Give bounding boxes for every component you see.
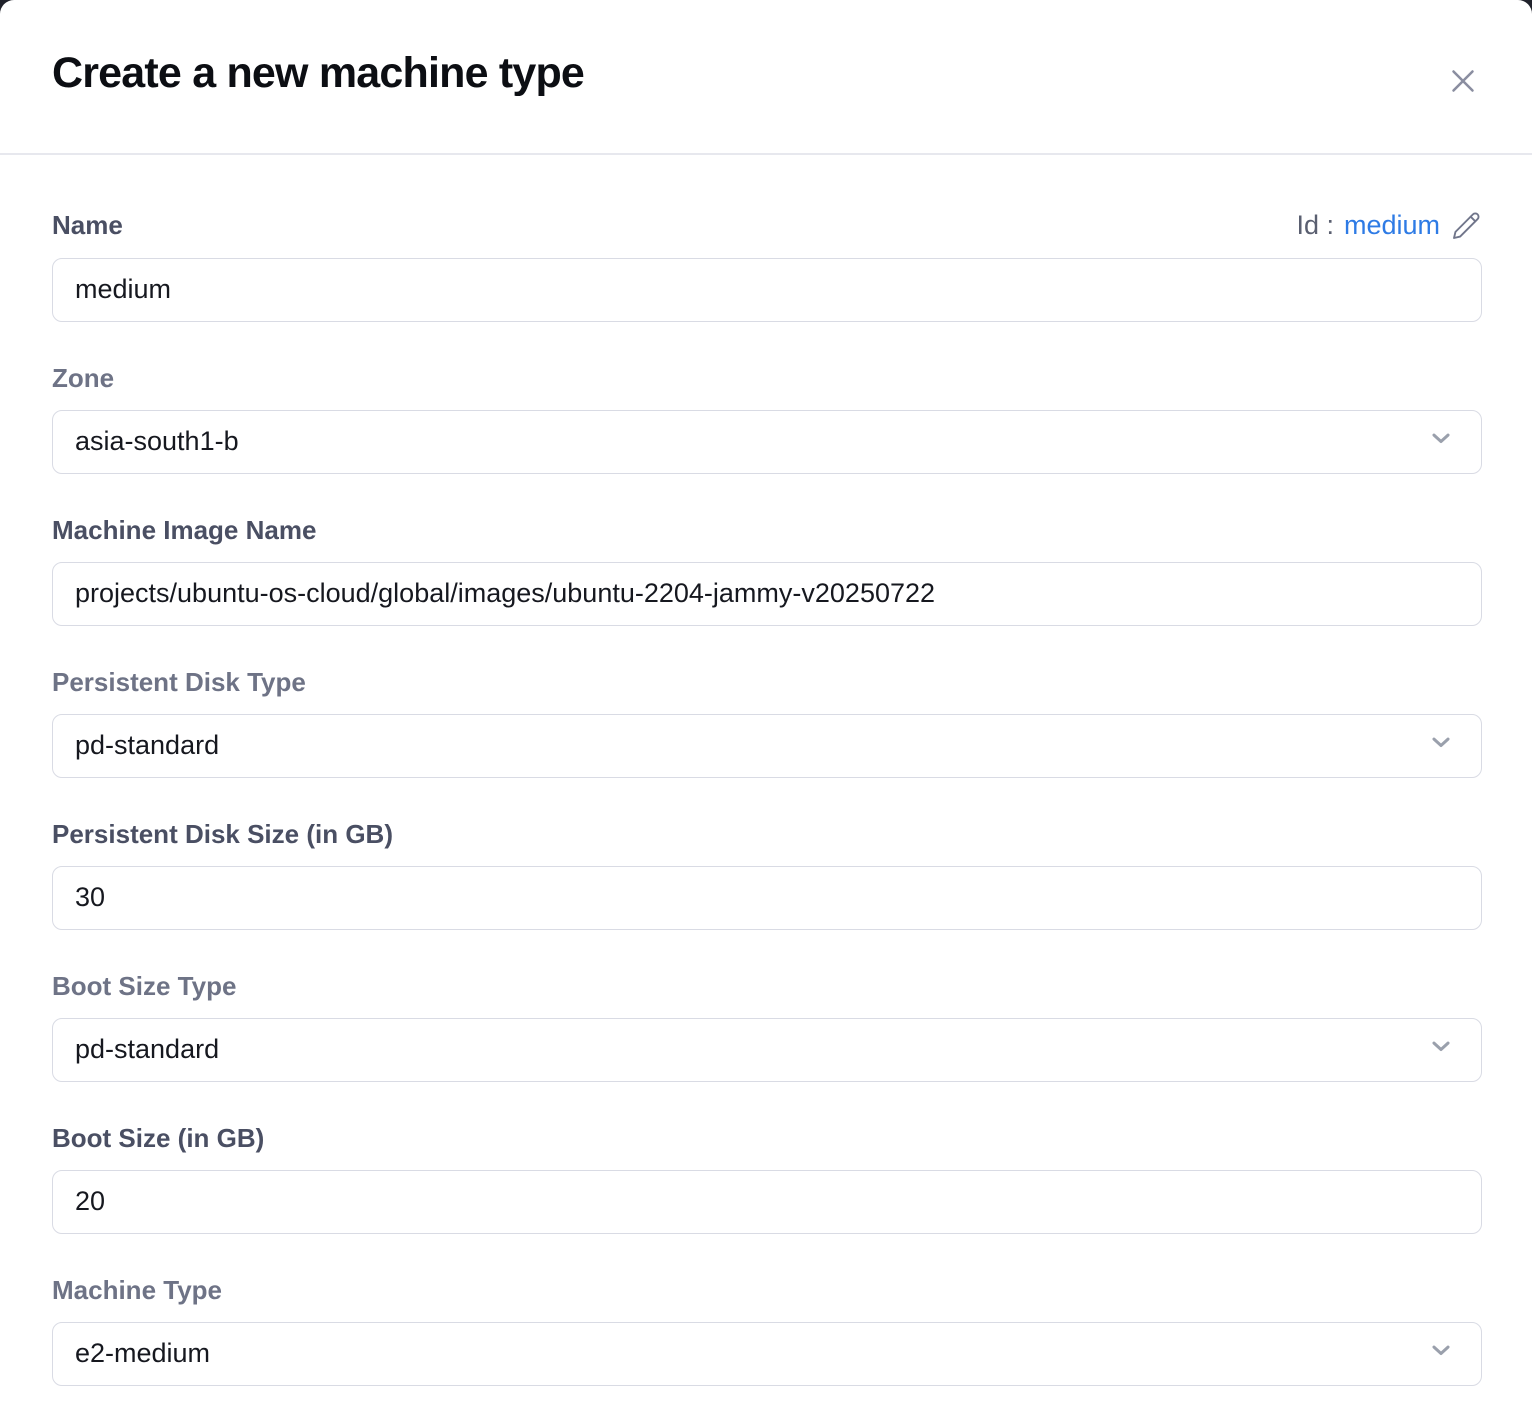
zone-select[interactable]: asia-south1-b [52, 410, 1482, 474]
close-button[interactable] [1438, 56, 1488, 106]
field-boot-size: Boot Size (in GB) [52, 1122, 1482, 1234]
boot-size-type-select[interactable]: pd-standard [52, 1018, 1482, 1082]
boot-size-type-selected-value: pd-standard [75, 1034, 219, 1065]
boot-size-input[interactable] [52, 1170, 1482, 1234]
field-zone: Zone asia-south1-b [52, 362, 1482, 474]
dialog-title: Create a new machine type [52, 48, 584, 100]
id-value[interactable]: medium [1344, 210, 1440, 241]
persistent-disk-type-label: Persistent Disk Type [52, 666, 306, 698]
machine-image-name-input[interactable] [52, 562, 1482, 626]
persistent-disk-size-label: Persistent Disk Size (in GB) [52, 818, 393, 850]
machine-type-select[interactable]: e2-medium [52, 1322, 1482, 1386]
boot-size-type-label: Boot Size Type [52, 970, 236, 1002]
close-icon [1444, 88, 1482, 103]
id-prefix-label: Id : [1296, 210, 1334, 241]
boot-size-label: Boot Size (in GB) [52, 1122, 264, 1154]
dialog-header: Create a new machine type [0, 0, 1532, 155]
id-badge: Id : medium [1296, 210, 1482, 242]
field-machine-image-name: Machine Image Name [52, 514, 1482, 626]
persistent-disk-type-select[interactable]: pd-standard [52, 714, 1482, 778]
machine-type-label: Machine Type [52, 1274, 222, 1306]
field-persistent-disk-size: Persistent Disk Size (in GB) [52, 818, 1482, 930]
name-label: Name [52, 209, 123, 241]
field-persistent-disk-type: Persistent Disk Type pd-standard [52, 666, 1482, 778]
edit-id-button[interactable] [1450, 210, 1482, 242]
chevron-down-icon [1427, 1336, 1455, 1371]
chevron-down-icon [1427, 424, 1455, 459]
persistent-disk-size-input[interactable] [52, 866, 1482, 930]
create-machine-type-dialog: Create a new machine type Name Id : medi… [0, 0, 1532, 1412]
field-boot-size-type: Boot Size Type pd-standard [52, 970, 1482, 1082]
dialog-body: Name Id : medium [0, 209, 1532, 1386]
chevron-down-icon [1427, 728, 1455, 763]
machine-type-selected-value: e2-medium [75, 1338, 210, 1369]
field-name: Name Id : medium [52, 209, 1482, 322]
machine-image-name-label: Machine Image Name [52, 514, 316, 546]
zone-selected-value: asia-south1-b [75, 426, 239, 457]
persistent-disk-type-selected-value: pd-standard [75, 730, 219, 761]
zone-label: Zone [52, 362, 114, 394]
edit-pencil-icon [1450, 230, 1482, 245]
chevron-down-icon [1427, 1032, 1455, 1067]
name-input[interactable] [52, 258, 1482, 322]
field-machine-type: Machine Type e2-medium [52, 1274, 1482, 1386]
